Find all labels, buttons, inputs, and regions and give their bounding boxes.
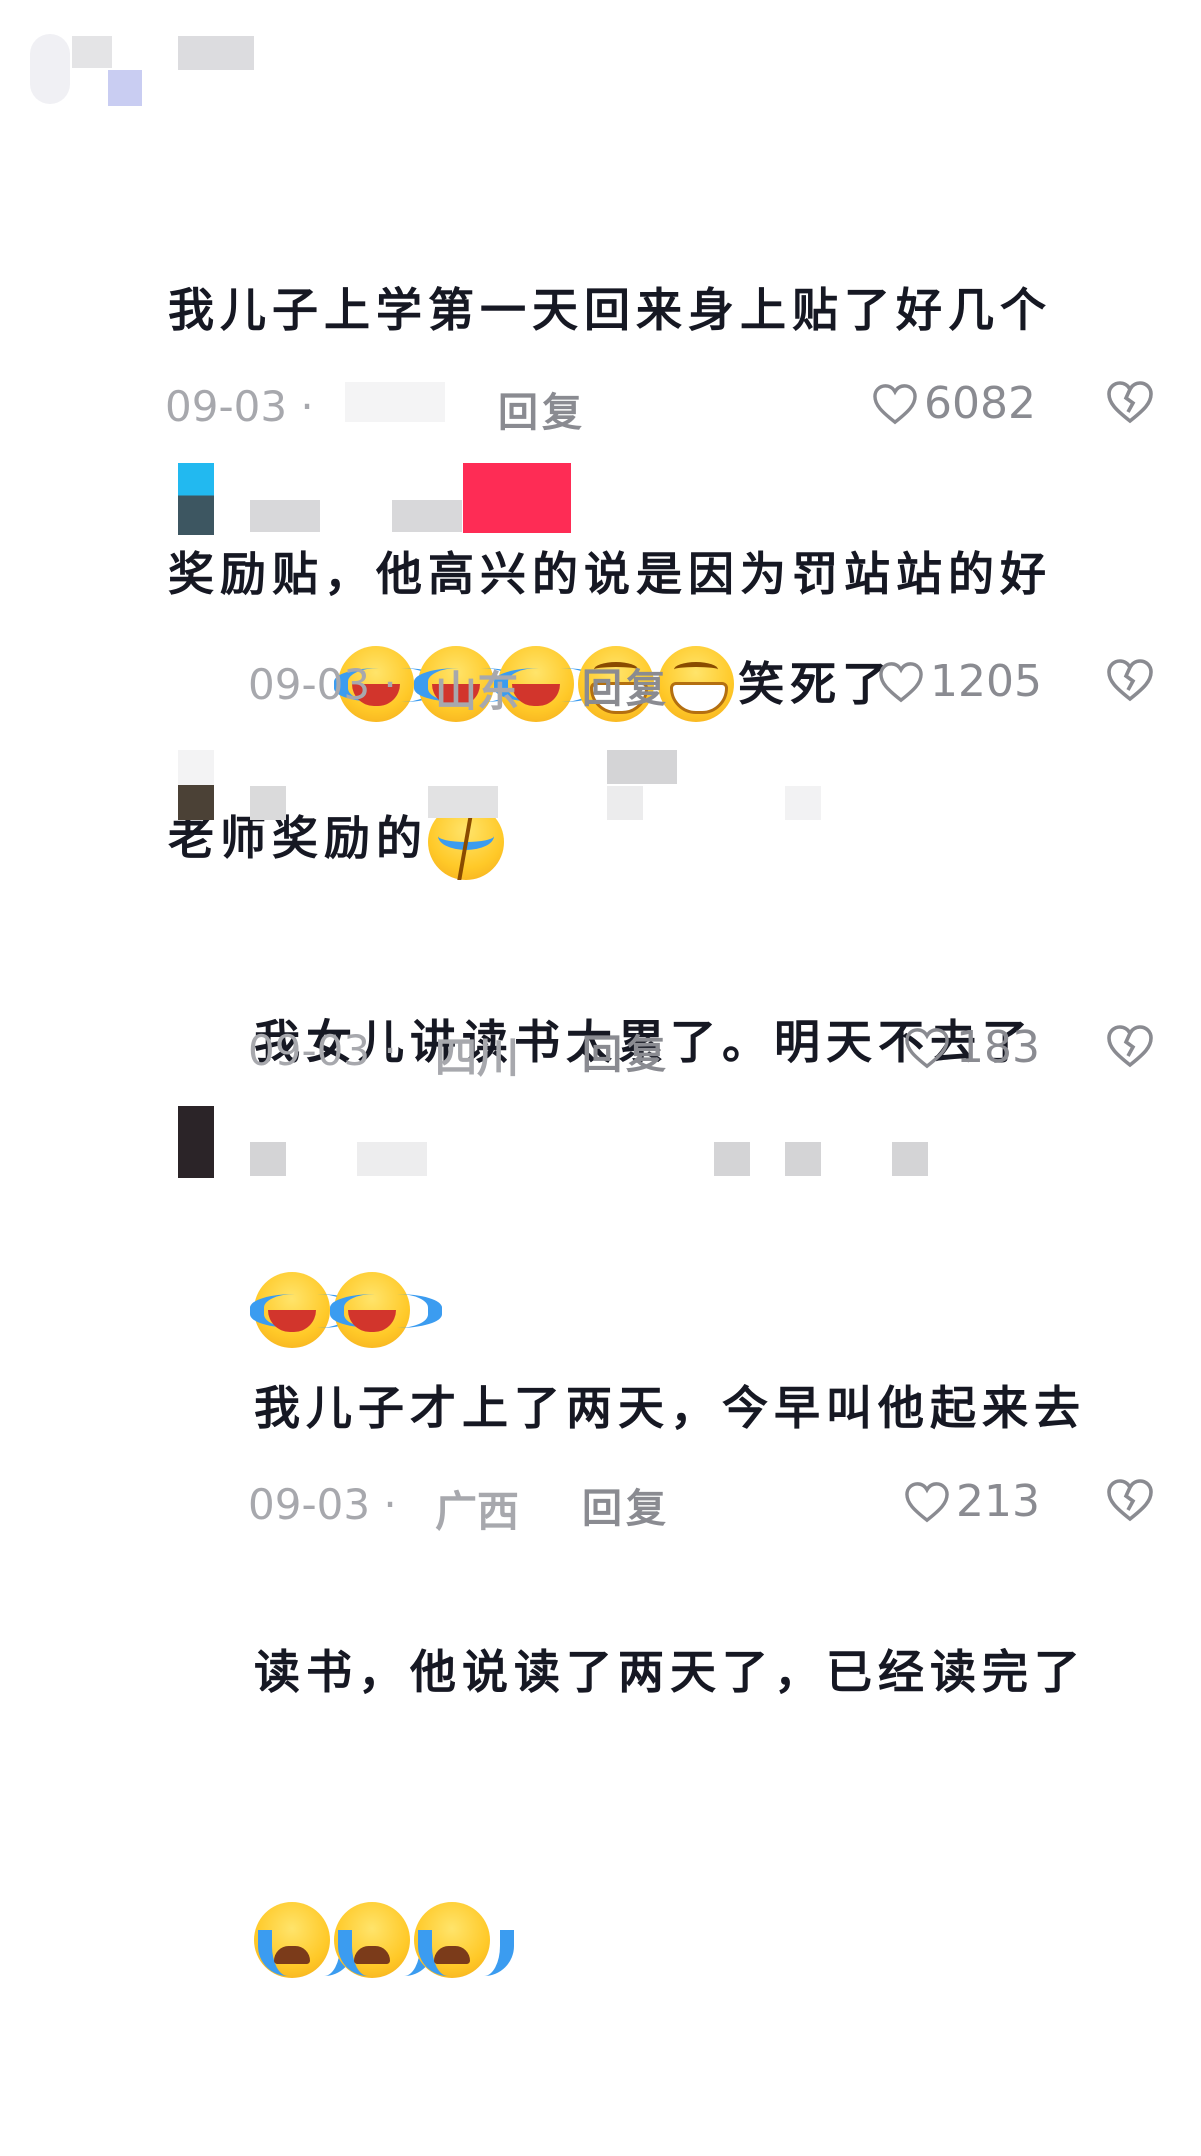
comment-date: 09-03 ·: [248, 1480, 397, 1529]
username-redacted: [607, 786, 643, 820]
author-badge: [463, 463, 571, 533]
broken-heart-icon: [1107, 1025, 1153, 1068]
avatar[interactable]: [178, 1106, 214, 1178]
username-redacted: [714, 1142, 750, 1176]
heart-outline-icon: [879, 661, 923, 702]
like-button[interactable]: 6082: [872, 378, 1036, 429]
username-redacted: [178, 36, 254, 70]
dislike-button[interactable]: [1106, 658, 1154, 706]
dislike-button[interactable]: [1106, 380, 1154, 428]
avatar[interactable]: [30, 34, 70, 104]
username-redacted: [250, 786, 286, 820]
username-redacted: [892, 1142, 928, 1176]
username-redacted: [785, 786, 821, 820]
comment-date: 09-03 ·: [248, 1026, 397, 1075]
like-count: 213: [956, 1476, 1040, 1527]
dislike-button[interactable]: [1106, 1024, 1154, 1072]
comment-line: 我儿子上学第一天回来身上贴了好几个: [168, 283, 1052, 337]
like-count: 183: [956, 1022, 1040, 1073]
comments-page: { "comments": [ { "text_lines": ["我儿子上学第…: [0, 0, 1201, 1978]
comment-date: 09-03 ·: [248, 660, 397, 709]
username-redacted: [607, 750, 677, 784]
username-redacted: [250, 500, 320, 532]
avatar[interactable]: [178, 750, 214, 820]
like-count: 6082: [924, 378, 1036, 429]
broken-heart-icon: [1107, 659, 1153, 702]
heart-outline-icon: [905, 1027, 949, 1068]
comment-region: 广西: [435, 1487, 520, 1536]
like-button[interactable]: 213: [904, 1476, 1040, 1527]
heart-outline-icon: [873, 383, 917, 424]
comment-line: [254, 1892, 1174, 1980]
like-button[interactable]: 1205: [878, 656, 1042, 707]
heart-outline-icon: [905, 1481, 949, 1522]
reply-button[interactable]: 回复: [582, 1022, 670, 1080]
comment-region: 四川: [435, 1033, 520, 1082]
username-redacted: [785, 1142, 821, 1176]
like-button[interactable]: 183: [904, 1022, 1040, 1073]
username-redacted: [108, 70, 142, 106]
comment-line: 我儿子才上了两天，今早叫他起来去: [254, 1381, 1086, 1435]
sob-emoji-icon: [414, 1902, 514, 1978]
username-redacted: [357, 1142, 427, 1176]
comment-line-text: 笑死了: [738, 657, 895, 711]
reply-button[interactable]: 回复: [582, 1476, 670, 1534]
username-redacted: [72, 36, 112, 68]
comment-date: 09-03 ·: [165, 382, 314, 431]
comment-line: 读书，他说读了两天了，已经读完了: [254, 1645, 1086, 1699]
comment-region: 山东: [435, 667, 520, 716]
username-redacted: [428, 786, 498, 818]
username-redacted: [392, 500, 462, 532]
broken-heart-icon: [1107, 381, 1153, 424]
broken-heart-icon: [1107, 1479, 1153, 1522]
username-redacted: [250, 1142, 286, 1176]
sob-emoji-icon: [254, 1902, 354, 1978]
avatar[interactable]: [178, 463, 214, 535]
reply-button[interactable]: 回复: [582, 656, 670, 714]
sob-emoji-icon: [334, 1902, 434, 1978]
comment-text: 我儿子才上了两天，今早叫他起来去 读书，他说读了两天了，已经读完了: [254, 1188, 1174, 2156]
dislike-button[interactable]: [1106, 1478, 1154, 1526]
region-redacted: [345, 382, 445, 422]
like-count: 1205: [930, 656, 1042, 707]
reply-button[interactable]: 回复: [498, 380, 586, 438]
